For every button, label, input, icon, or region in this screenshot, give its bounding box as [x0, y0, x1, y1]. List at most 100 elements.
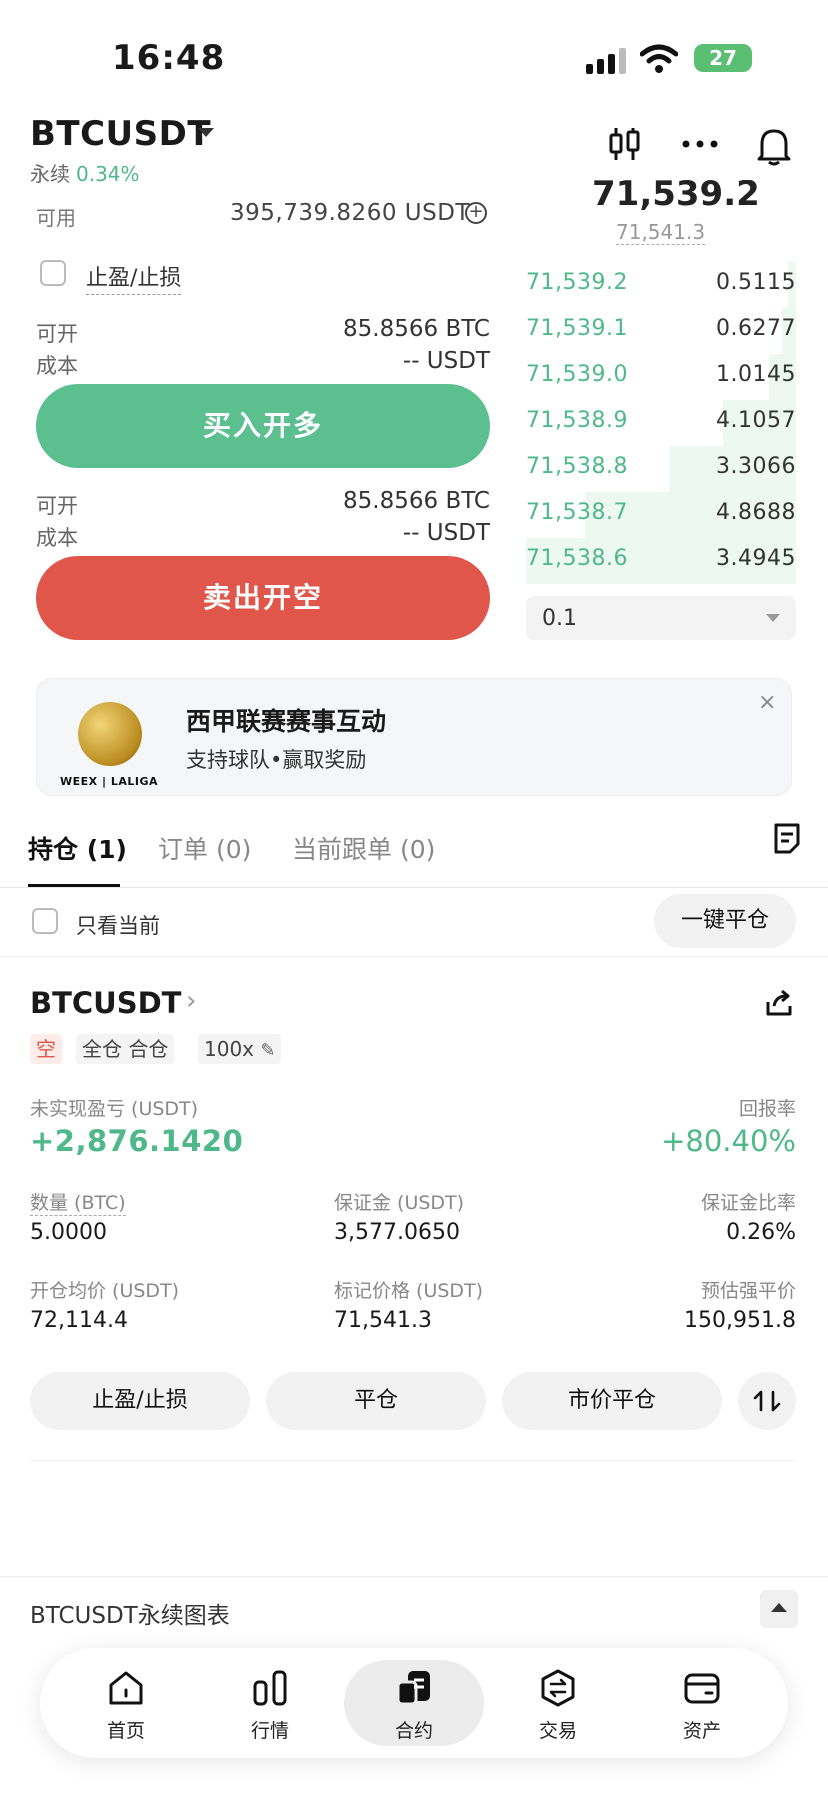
nav-label: 资产: [682, 1720, 721, 1742]
orderbook-row[interactable]: 71,538.7 4.8688: [526, 492, 796, 538]
close-position-button[interactable]: 平仓: [266, 1372, 486, 1430]
transfer-plus-icon[interactable]: +: [465, 202, 487, 224]
nav-item-trade[interactable]: 交易: [488, 1660, 628, 1746]
nav-item-market[interactable]: 行情: [200, 1660, 340, 1746]
banner-title: 西甲联赛赛事互动: [186, 707, 387, 736]
price-change: 0.34%: [76, 162, 140, 186]
pnl-label: 未实现盈亏 (USDT): [30, 1098, 199, 1120]
bid-price: 71,539.0: [526, 362, 628, 387]
bid-quantity: 1.0145: [716, 362, 796, 387]
sell-short-button[interactable]: 卖出开空: [36, 556, 490, 640]
buy-cost-value: -- USDT: [402, 348, 490, 374]
bid-price: 71,538.8: [526, 454, 628, 479]
tpsl-button[interactable]: 止盈/止损: [30, 1372, 250, 1430]
orderbook-row[interactable]: 71,539.2 0.5115: [526, 262, 796, 308]
pnl-value: +2,876.1420: [30, 1124, 244, 1158]
entry-price-value: 72,114.4: [30, 1308, 128, 1333]
orderbook-last-price: 71,539.2: [592, 180, 760, 210]
nav-item-contract[interactable]: 合约: [344, 1660, 484, 1746]
orderbook-mark-price: 71,541.3: [616, 220, 706, 245]
bid-quantity: 0.6277: [716, 316, 796, 341]
share-icon[interactable]: [764, 988, 794, 1018]
tab-copy-trades[interactable]: 当前跟单 (0): [292, 830, 435, 866]
caret-down-icon: [766, 614, 780, 622]
bid-quantity: 3.4945: [716, 546, 796, 571]
market-close-button[interactable]: 市价平仓: [502, 1372, 722, 1430]
chart-section-label[interactable]: BTCUSDT永续图表: [30, 1596, 230, 1630]
wifi-icon: [640, 44, 678, 73]
sell-cost-label: 成本: [36, 526, 78, 550]
nav-label: 合约: [394, 1720, 433, 1742]
trade-icon: [541, 1669, 575, 1707]
cellular-signal-icon: [586, 48, 626, 74]
more-icon[interactable]: [682, 140, 718, 148]
perp-info: 永续 0.34%: [30, 158, 140, 187]
current-only-label[interactable]: 只看当前: [76, 910, 160, 940]
banner-brand: WEEX | LALIGA: [60, 775, 158, 788]
entry-price-label: 开仓均价 (USDT): [30, 1280, 180, 1302]
mark-price-value: 71,541.3: [334, 1308, 432, 1333]
bid-price: 71,538.9: [526, 408, 628, 433]
banner-close-icon[interactable]: ×: [758, 690, 776, 715]
symbol-title[interactable]: BTCUSDT: [30, 114, 211, 154]
divider: [30, 1460, 796, 1461]
bid-price: 71,538.7: [526, 500, 628, 525]
perp-label: 永续: [30, 162, 70, 186]
chevron-right-icon[interactable]: ›: [186, 986, 196, 1016]
available-value: 395,739.8260 USDT: [230, 200, 470, 226]
tab-positions[interactable]: 持仓 (1): [28, 830, 127, 866]
order-list-icon[interactable]: [772, 822, 802, 854]
sell-cost-value: -- USDT: [402, 520, 490, 546]
buy-cost-label: 成本: [36, 354, 78, 378]
nav-item-assets[interactable]: 资产: [632, 1660, 772, 1746]
sell-open-value: 85.8566 BTC: [343, 488, 490, 514]
leverage-badge[interactable]: 100x ✎: [198, 1034, 282, 1064]
buy-long-button[interactable]: 买入开多: [36, 384, 490, 468]
liq-price-value: 150,951.8: [684, 1308, 796, 1333]
orderbook-row[interactable]: 71,538.9 4.1057: [526, 400, 796, 446]
bid-quantity: 0.5115: [716, 270, 796, 295]
current-only-checkbox[interactable]: [32, 908, 58, 934]
position-symbol[interactable]: BTCUSDT: [30, 986, 181, 1020]
caret-down-icon[interactable]: [198, 128, 214, 137]
side-badge: 空: [30, 1034, 62, 1064]
swap-arrows-icon: [753, 1390, 781, 1412]
divider: [0, 1576, 828, 1577]
bid-quantity: 4.1057: [716, 408, 796, 433]
margin-ratio-value: 0.26%: [726, 1220, 796, 1245]
market-icon: [253, 1670, 287, 1706]
orderbook-row[interactable]: 71,539.0 1.0145: [526, 354, 796, 400]
caret-up-icon: [771, 1603, 787, 1612]
mark-price-label: 标记价格 (USDT): [334, 1280, 484, 1302]
bell-icon[interactable]: [756, 126, 792, 166]
roe-value: +80.40%: [661, 1124, 796, 1158]
tpsl-label[interactable]: 止盈/止损: [86, 260, 182, 295]
nav-label: 首页: [106, 1720, 145, 1742]
reverse-position-button[interactable]: [738, 1372, 796, 1430]
close-all-button[interactable]: 一键平仓: [654, 894, 796, 948]
margin-mode-badge: 全仓 合仓: [76, 1034, 175, 1064]
nav-item-home[interactable]: 首页: [56, 1660, 196, 1746]
qty-label: 数量 (BTC): [30, 1188, 126, 1216]
roe-label: 回报率: [738, 1098, 796, 1120]
orderbook-row[interactable]: 71,538.8 3.3066: [526, 446, 796, 492]
buy-open-value: 85.8566 BTC: [343, 316, 490, 342]
home-icon: [109, 1671, 143, 1705]
football-icon: [78, 702, 142, 766]
wallet-icon: [684, 1673, 720, 1704]
bid-quantity: 3.3066: [716, 454, 796, 479]
margin-label: 保证金 (USDT): [334, 1192, 465, 1214]
tpsl-checkbox[interactable]: [40, 260, 66, 286]
edit-icon: ✎: [260, 1040, 276, 1061]
bid-price: 71,538.6: [526, 546, 628, 571]
available-label: 可用: [36, 206, 76, 230]
status-time: 16:48: [112, 38, 226, 78]
contract-icon: [396, 1671, 430, 1706]
tab-orders[interactable]: 订单 (0): [158, 830, 251, 866]
qty-value: 5.0000: [30, 1220, 107, 1245]
orderbook-row[interactable]: 71,538.6 3.4945: [526, 538, 796, 584]
candlestick-chart-icon[interactable]: [608, 126, 642, 162]
orderbook-row[interactable]: 71,539.1 0.6277: [526, 308, 796, 354]
divider: [0, 887, 828, 888]
liq-price-label: 预估强平价: [700, 1280, 796, 1302]
